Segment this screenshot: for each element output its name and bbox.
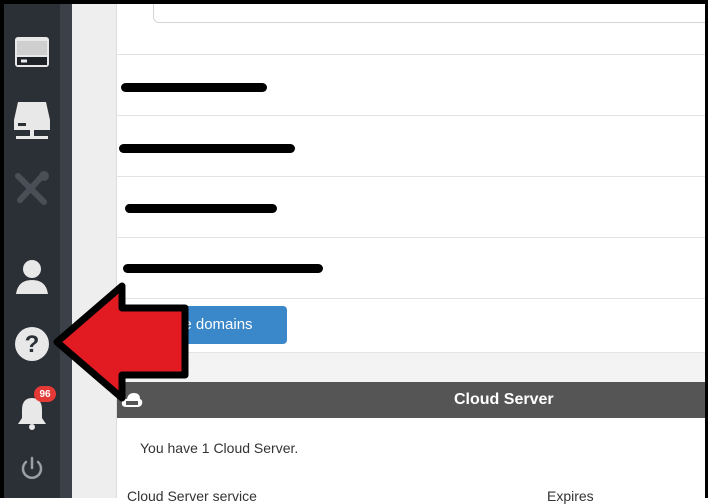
domain-row[interactable] xyxy=(117,176,707,237)
sidebar-edge xyxy=(60,4,72,498)
network-server-icon[interactable] xyxy=(8,96,56,144)
cloud-icon xyxy=(121,393,143,407)
help-icon[interactable]: ? xyxy=(8,320,56,368)
power-icon[interactable] xyxy=(8,444,56,492)
row-divider xyxy=(117,298,707,300)
domain-row[interactable] xyxy=(117,237,707,298)
tools-icon[interactable] xyxy=(8,164,56,212)
section-separator xyxy=(117,352,707,383)
svg-text:?: ? xyxy=(25,331,40,358)
manage-domains-label: ge domains xyxy=(175,316,253,333)
user-icon[interactable] xyxy=(8,252,56,300)
content-gutter xyxy=(72,4,116,498)
main-content: ge domains Cloud Server You have 1 Cloud… xyxy=(117,4,708,504)
sidebar: ? xyxy=(4,4,60,498)
redaction-bar xyxy=(121,83,267,92)
manage-domains-button[interactable]: ge domains xyxy=(125,306,287,344)
redaction-bar xyxy=(123,264,323,273)
domain-row[interactable] xyxy=(117,115,707,176)
panel-summary: You have 1 Cloud Server. xyxy=(140,440,299,456)
notification-badge: 96 xyxy=(34,386,56,402)
column-header-service: Cloud Server service xyxy=(127,488,257,504)
redaction-bar xyxy=(125,204,277,213)
domain-row[interactable] xyxy=(117,54,707,115)
cloud-server-panel-header: Cloud Server xyxy=(117,382,707,418)
column-header-expires: Expires xyxy=(547,488,594,504)
search-input[interactable] xyxy=(153,4,708,23)
panel-title: Cloud Server xyxy=(454,391,554,408)
redaction-bar xyxy=(119,144,295,153)
server-icon[interactable] xyxy=(8,28,56,76)
